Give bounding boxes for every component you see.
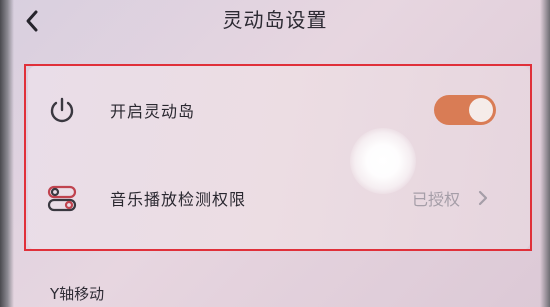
- enable-island-toggle[interactable]: [434, 95, 496, 125]
- power-icon: [50, 97, 74, 123]
- y-axis-section-label: Y轴移动: [50, 285, 105, 303]
- settings-card: 开启灵动岛 音乐播放检测权限 已授权: [28, 66, 530, 250]
- page-title: 灵动岛设置: [222, 8, 328, 32]
- device-edge-left: [0, 0, 14, 307]
- toggle-switches-icon: [47, 185, 77, 212]
- device-edge-right: [540, 0, 550, 307]
- toggle-knob: [469, 98, 493, 122]
- music-permission-label: 音乐播放检测权限: [110, 190, 247, 209]
- music-permission-row[interactable]: 音乐播放检测权限 已授权: [28, 158, 530, 238]
- enable-island-label: 开启灵动岛: [110, 102, 196, 121]
- enable-island-row[interactable]: 开启灵动岛: [28, 70, 530, 150]
- chevron-right-icon: [478, 190, 488, 206]
- navigation-bar: 灵动岛设置: [0, 0, 550, 40]
- permission-status: 已授权: [411, 190, 460, 209]
- settings-screen: 灵动岛设置 开启灵动岛 音乐播放检测权限 已授权 Y轴移动: [0, 0, 550, 307]
